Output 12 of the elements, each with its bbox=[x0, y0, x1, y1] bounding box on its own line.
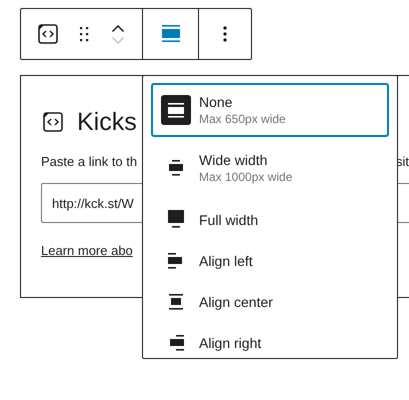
alignment-option[interactable]: Align right bbox=[151, 322, 389, 363]
alignment-option[interactable]: Full width bbox=[151, 199, 389, 240]
alignment-option[interactable]: Wide width Max 1000px wide bbox=[151, 141, 389, 195]
none-alignment-icon bbox=[161, 95, 191, 125]
block-description: Paste a link to th bbox=[41, 154, 138, 169]
alignment-option[interactable]: Align center bbox=[151, 281, 389, 322]
embed-icon bbox=[43, 112, 63, 132]
learn-more-link[interactable]: Learn more abo bbox=[41, 243, 133, 258]
move-up-icon[interactable] bbox=[111, 24, 125, 32]
alignment-option[interactable]: Align left bbox=[151, 240, 389, 281]
alignment-option[interactable]: None Max 650px wide bbox=[151, 83, 389, 137]
block-title: Kicks bbox=[77, 108, 137, 136]
